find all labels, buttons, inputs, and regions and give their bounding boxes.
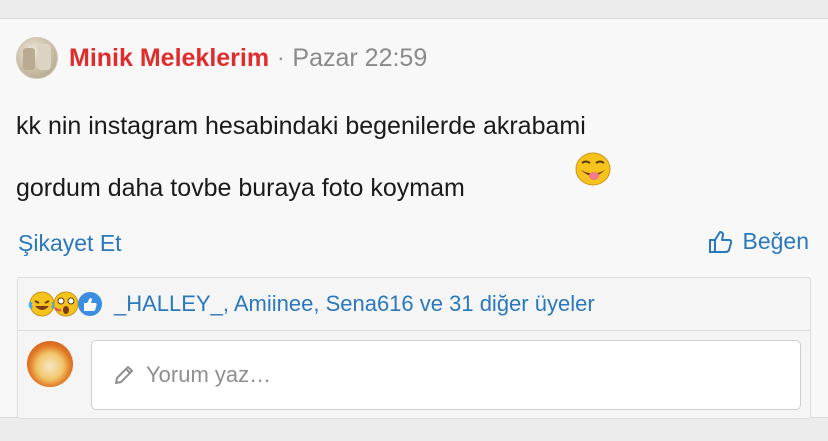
author-avatar[interactable] [16,37,58,79]
reactions-row[interactable]: _HALLEY_, Amiinee, Sena616 ve 31 diğer ü… [18,278,810,331]
comment-row: Yorum yaz… [18,331,810,418]
thumbs-up-icon [78,292,102,316]
post-header: Minik Meleklerim · Pazar 22:59 [16,37,427,79]
comment-placeholder: Yorum yaz… [146,362,272,387]
pencil-icon [115,366,133,384]
post-card: Minik Meleklerim · Pazar 22:59 kk nin in… [0,18,828,419]
like-label: Beğen [742,228,809,254]
tongue-emoji-icon [575,152,611,186]
post-text-line-1: kk nin instagram hesabindaki begenilerde… [16,112,586,140]
reactions-box: _HALLEY_, Amiinee, Sena616 ve 31 diğer ü… [17,277,811,419]
post-timestamp: Pazar 22:59 [292,43,428,72]
separator: · [277,45,285,70]
reactions-summary[interactable]: _HALLEY_, Amiinee, Sena616 ve 31 diğer ü… [114,291,595,317]
reaction-icons [28,290,102,318]
thumbs-up-outline-icon [709,230,733,253]
like-button[interactable]: Beğen [708,228,809,255]
comment-input[interactable]: Yorum yaz… [91,340,801,410]
post-text-line-2: gordum daha tovbe buraya foto koymam [16,174,465,202]
complain-link[interactable]: Şikayet Et [18,230,122,257]
author-name[interactable]: Minik Meleklerim [69,44,269,73]
current-user-avatar [27,341,73,387]
